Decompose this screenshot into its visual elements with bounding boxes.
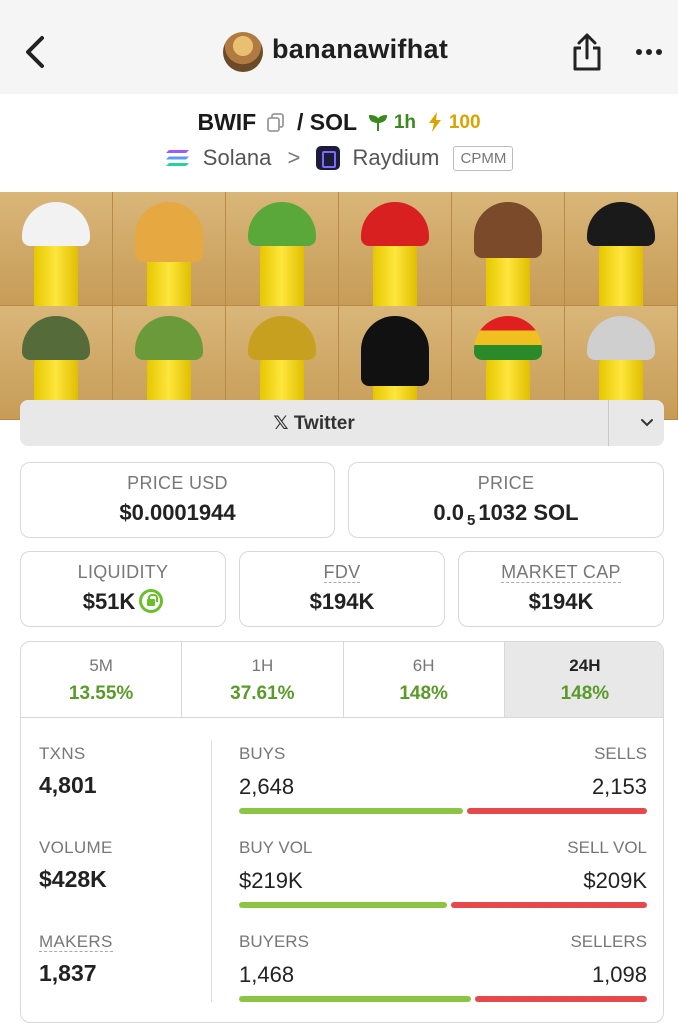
- base-symbol: BWIF: [197, 109, 257, 136]
- quote-symbol: SOL: [309, 109, 358, 136]
- stats-panel: 5M 13.55% 1H 37.61% 6H 148% 24H 148% TXNS 4,8…: [20, 641, 664, 1023]
- price-sol-value: 0.0 5 1032 SOL: [433, 500, 579, 530]
- chevron-down-icon[interactable]: [640, 416, 654, 430]
- tab-1h[interactable]: 1H 37.61%: [182, 642, 344, 717]
- chain-arrow: >: [287, 145, 301, 171]
- market-cap-card[interactable]: MARKET CAP $194K: [458, 551, 664, 627]
- pool-type-badge: CPMM: [453, 145, 514, 171]
- dex-name[interactable]: Raydium: [353, 145, 440, 171]
- solana-icon: [165, 150, 189, 167]
- tab-6h[interactable]: 6H 148%: [344, 642, 505, 717]
- market-cap-label: MARKET CAP: [501, 562, 621, 583]
- share-icon[interactable]: [570, 32, 604, 72]
- boost-badge: 100: [448, 111, 481, 133]
- fdv-value: $194K: [309, 589, 375, 614]
- copy-icon[interactable]: [266, 113, 285, 133]
- pair-separator: /: [297, 109, 304, 136]
- lock-icon[interactable]: [139, 589, 164, 613]
- liquidity-card: LIQUIDITY $51K: [20, 551, 226, 627]
- makers-stat[interactable]: MAKERS 1,837: [39, 932, 209, 987]
- price-usd-value: $0.0001944: [119, 500, 236, 525]
- liquidity-value: $51K: [82, 589, 136, 614]
- twitter-button[interactable]: 𝕏 Twitter: [20, 400, 664, 446]
- chain-line: Solana > Raydium CPMM: [0, 144, 678, 176]
- banner-image: [0, 192, 678, 420]
- twitter-label: Twitter: [293, 413, 355, 434]
- buys-sells-bar: [239, 808, 647, 814]
- bolt-icon: [429, 112, 442, 133]
- page-title: bananawifhat: [272, 34, 449, 64]
- network-name[interactable]: Solana: [203, 145, 272, 171]
- tab-24h[interactable]: 24H 148%: [504, 642, 663, 717]
- pair-line: BWIF / SOL 1h 100: [0, 108, 678, 140]
- market-cap-value: $194K: [528, 589, 594, 614]
- tab-5m[interactable]: 5M 13.55%: [21, 642, 183, 717]
- volume-stat: VOLUME $428K: [39, 838, 113, 892]
- liquidity-label: LIQUIDITY: [77, 562, 169, 582]
- avatar: [223, 32, 263, 72]
- x-icon: 𝕏: [273, 413, 289, 434]
- price-sol-card: PRICE 0.0 5 1032 SOL: [348, 462, 664, 538]
- age-badge: 1h: [393, 111, 417, 133]
- price-usd-card: PRICE USD $0.0001944: [20, 462, 335, 538]
- top-bar: bananawifhat: [0, 0, 678, 94]
- fdv-label: FDV: [323, 562, 361, 583]
- raydium-icon: [316, 146, 341, 171]
- sprout-icon: [369, 115, 388, 132]
- fdv-card[interactable]: FDV $194K: [239, 551, 445, 627]
- chevron-left-icon[interactable]: [18, 34, 52, 70]
- more-icon[interactable]: [634, 42, 664, 62]
- buyers-sellers-bar: [239, 996, 647, 1002]
- volume-bar: [239, 902, 647, 908]
- price-usd-label: PRICE USD: [127, 473, 228, 493]
- timeframe-tabs: 5M 13.55% 1H 37.61% 6H 148% 24H 148%: [21, 642, 663, 718]
- price-sol-label: PRICE: [477, 473, 535, 493]
- txns-stat: TXNS 4,801: [39, 744, 97, 798]
